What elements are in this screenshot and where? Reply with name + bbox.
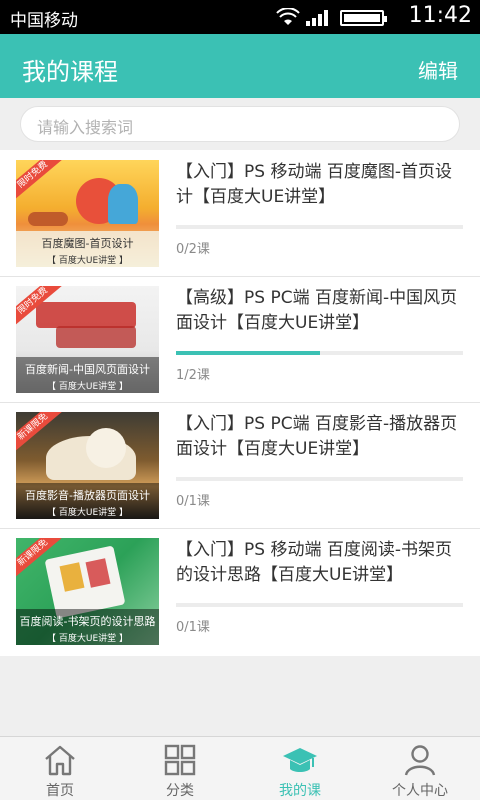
course-list: 限时免费 百度魔图-首页设计 【 百度大UE讲堂 】 【入门】PS 移动端 百度… xyxy=(0,150,480,656)
list-item[interactable]: 限时免费 百度新闻-中国风页面设计 【 百度大UE讲堂 】 【高级】PS PC端… xyxy=(0,276,480,402)
lesson-count: 0/2课 xyxy=(176,242,210,257)
tab-label: 首页 xyxy=(46,783,74,799)
tab-label: 个人中心 xyxy=(392,783,448,799)
thumbnail-caption: 百度阅读-书架页的设计思路 【 百度大UE讲堂 】 xyxy=(16,609,159,645)
tab-home[interactable]: 首页 xyxy=(0,737,120,800)
page-title: 我的课程 xyxy=(22,58,118,86)
list-item[interactable]: 新课限免 百度影音-播放器页面设计 【 百度大UE讲堂 】 【入门】PS PC端… xyxy=(0,402,480,528)
course-thumbnail: 限时免费 百度新闻-中国风页面设计 【 百度大UE讲堂 】 xyxy=(16,286,159,393)
lesson-count: 0/1课 xyxy=(176,494,210,509)
search-placeholder: 请输入搜索词 xyxy=(37,118,134,137)
course-title: 【高级】PS PC端 百度新闻-中国风页面设计【百度大UE讲堂】 xyxy=(176,288,458,333)
course-thumbnail: 限时免费 百度魔图-首页设计 【 百度大UE讲堂 】 xyxy=(16,160,159,267)
app-header: 我的课程 编辑 xyxy=(0,34,480,98)
tab-profile[interactable]: 个人中心 xyxy=(360,737,480,800)
thumbnail-caption: 百度魔图-首页设计 【 百度大UE讲堂 】 xyxy=(16,231,159,267)
progress-bar xyxy=(176,225,463,229)
person-icon xyxy=(404,745,436,776)
promo-tag: 限时免费 xyxy=(16,160,65,203)
signal-icon xyxy=(306,10,328,26)
tab-label: 分类 xyxy=(166,783,194,799)
progress-bar xyxy=(176,351,463,355)
edit-button[interactable]: 编辑 xyxy=(418,55,458,84)
battery-icon xyxy=(340,10,387,26)
progress-bar xyxy=(176,477,463,481)
course-title: 【入门】PS 移动端 百度阅读-书架页的设计思路【百度大UE讲堂】 xyxy=(176,540,452,585)
status-icons xyxy=(276,8,387,26)
tab-category[interactable]: 分类 xyxy=(120,737,240,800)
tab-label: 我的课 xyxy=(279,783,321,799)
graduation-cap-icon xyxy=(283,748,317,772)
carrier-name: 中国移动 xyxy=(10,11,78,31)
lesson-count: 0/1课 xyxy=(176,620,210,635)
tab-my-courses[interactable]: 我的课 xyxy=(240,737,360,800)
status-bar: 中国移动 11:42 xyxy=(0,0,480,34)
clock: 11:42 xyxy=(408,3,472,28)
wifi-icon xyxy=(276,8,300,25)
thumbnail-caption: 百度新闻-中国风页面设计 【 百度大UE讲堂 】 xyxy=(16,357,159,393)
list-item[interactable]: 限时免费 百度魔图-首页设计 【 百度大UE讲堂 】 【入门】PS 移动端 百度… xyxy=(0,150,480,276)
search-area: 请输入搜索词 xyxy=(0,98,480,150)
progress-bar xyxy=(176,603,463,607)
home-icon xyxy=(45,745,75,776)
course-thumbnail: 新课限免 百度影音-播放器页面设计 【 百度大UE讲堂 】 xyxy=(16,412,159,519)
list-item[interactable]: 新课限免 百度阅读-书架页的设计思路 【 百度大UE讲堂 】 【入门】PS 移动… xyxy=(0,528,480,654)
grid-icon xyxy=(164,744,196,776)
bottom-tab-bar: 首页 分类 我的课 个人中心 xyxy=(0,736,480,800)
course-title: 【入门】PS PC端 百度影音-播放器页面设计【百度大UE讲堂】 xyxy=(176,414,458,459)
course-title: 【入门】PS 移动端 百度魔图-首页设计【百度大UE讲堂】 xyxy=(176,162,452,207)
lesson-count: 1/2课 xyxy=(176,368,210,383)
course-thumbnail: 新课限免 百度阅读-书架页的设计思路 【 百度大UE讲堂 】 xyxy=(16,538,159,645)
search-input[interactable]: 请输入搜索词 xyxy=(20,106,460,142)
thumbnail-caption: 百度影音-播放器页面设计 【 百度大UE讲堂 】 xyxy=(16,483,159,519)
